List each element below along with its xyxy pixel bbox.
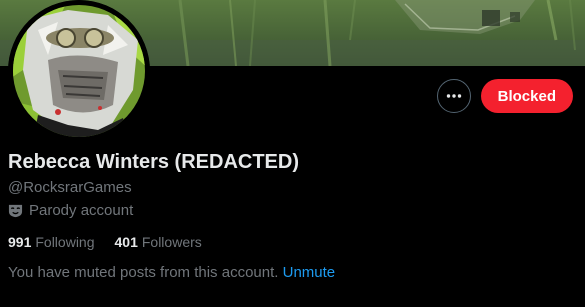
muted-notice-text: You have muted posts from this account.: [8, 264, 279, 281]
blocked-button[interactable]: Blocked: [480, 79, 573, 113]
following-count: 991: [8, 234, 32, 250]
more-icon: [446, 94, 461, 98]
parody-mask-icon: [8, 204, 23, 218]
parody-label: Parody account: [29, 202, 134, 219]
followers-label: Followers: [141, 234, 202, 250]
profile-actions: Blocked: [436, 79, 573, 113]
following-link[interactable]: 991 Following: [8, 234, 95, 250]
follow-stats: 991 Following 401 Followers: [8, 234, 202, 250]
parody-label-row: Parody account: [8, 202, 133, 219]
more-options-button[interactable]: [436, 79, 471, 113]
profile-avatar[interactable]: [8, 0, 150, 142]
display-name: Rebecca Winters (REDACTED): [8, 151, 299, 173]
followers-count: 401: [114, 234, 138, 250]
followers-link[interactable]: 401 Followers: [115, 234, 202, 250]
muted-notice: You have muted posts from this account. …: [8, 264, 335, 281]
avatar-image: [8, 0, 150, 142]
user-handle: @RocksrarGames: [8, 179, 132, 196]
unmute-link[interactable]: Unmute: [283, 264, 336, 281]
following-label: Following: [35, 234, 95, 250]
